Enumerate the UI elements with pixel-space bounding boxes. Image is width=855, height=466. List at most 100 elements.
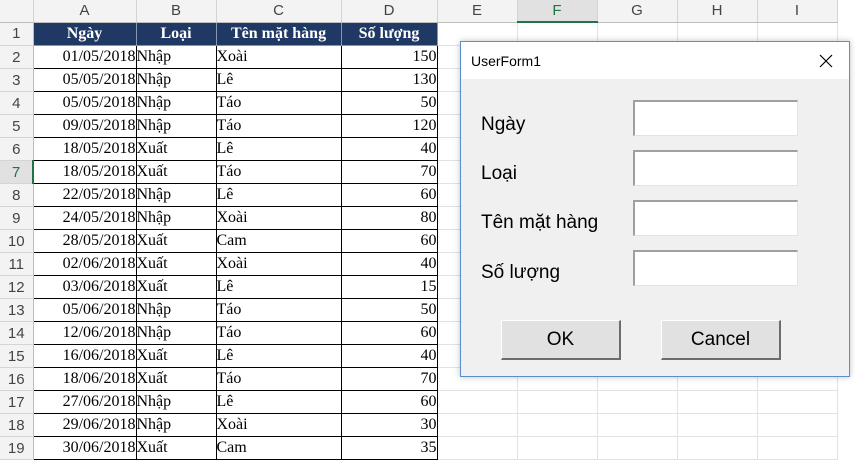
cell-ngay[interactable]: 18/05/2018 bbox=[32, 160, 137, 184]
cell-ngay[interactable]: 24/05/2018 bbox=[32, 206, 137, 230]
column-header-b[interactable]: B bbox=[136, 0, 217, 23]
cell-loai[interactable]: Nhập bbox=[136, 206, 217, 230]
cell-ngay[interactable]: 30/06/2018 bbox=[32, 436, 137, 460]
cell-ten-mat-hang[interactable]: Cam bbox=[216, 436, 342, 460]
cell-loai[interactable]: Nhập bbox=[136, 68, 217, 92]
cell-ngay[interactable]: 18/05/2018 bbox=[32, 137, 137, 161]
empty-cell[interactable] bbox=[757, 413, 838, 437]
cell-so-luong[interactable]: 50 bbox=[341, 298, 438, 322]
cancel-button[interactable]: Cancel bbox=[661, 320, 781, 360]
cell-loai[interactable]: Xuất bbox=[136, 344, 217, 368]
select-all-corner[interactable] bbox=[0, 0, 34, 23]
cell-loai[interactable]: Nhập bbox=[136, 390, 217, 414]
column-header-f[interactable]: F bbox=[517, 0, 598, 23]
cell-so-luong[interactable]: 40 bbox=[341, 252, 438, 276]
cell-loai[interactable]: Xuất bbox=[136, 229, 217, 253]
column-header-h[interactable]: H bbox=[677, 0, 758, 23]
row-number[interactable]: 16 bbox=[0, 367, 34, 391]
cell-ten-mat-hang[interactable]: Lê bbox=[216, 275, 342, 299]
header-ngay[interactable]: Ngày bbox=[32, 21, 137, 46]
cell-loai[interactable]: Nhập bbox=[136, 413, 217, 437]
cell-so-luong[interactable]: 60 bbox=[341, 229, 438, 253]
cell-ten-mat-hang[interactable]: Xoài bbox=[216, 45, 342, 69]
row-number[interactable]: 14 bbox=[0, 321, 34, 345]
cell-ngay[interactable]: 09/05/2018 bbox=[32, 114, 137, 138]
row-number[interactable]: 6 bbox=[0, 137, 34, 161]
cell-ngay[interactable]: 27/06/2018 bbox=[32, 390, 137, 414]
empty-cell[interactable] bbox=[437, 436, 518, 460]
loai-input[interactable] bbox=[633, 150, 798, 186]
row-number[interactable]: 18 bbox=[0, 413, 34, 437]
cell-so-luong[interactable]: 40 bbox=[341, 344, 438, 368]
cell-ten-mat-hang[interactable]: Xoài bbox=[216, 413, 342, 437]
cell-so-luong[interactable]: 15 bbox=[341, 275, 438, 299]
row-number[interactable]: 8 bbox=[0, 183, 34, 207]
cell-loai[interactable]: Nhập bbox=[136, 321, 217, 345]
cell-loai[interactable]: Xuất bbox=[136, 160, 217, 184]
row-number[interactable]: 1 bbox=[0, 22, 34, 46]
cell-ten-mat-hang[interactable]: Táo bbox=[216, 298, 342, 322]
cell-ngay[interactable]: 12/06/2018 bbox=[32, 321, 137, 345]
ngay-input[interactable] bbox=[633, 100, 798, 136]
header-so-luong[interactable]: Số lượng bbox=[340, 21, 438, 46]
cell-loai[interactable]: Xuất bbox=[136, 436, 217, 460]
cell-ten-mat-hang[interactable]: Xoài bbox=[216, 252, 342, 276]
empty-cell[interactable] bbox=[757, 390, 838, 414]
cell-so-luong[interactable]: 30 bbox=[341, 413, 438, 437]
cell-ten-mat-hang[interactable]: Lê bbox=[216, 137, 342, 161]
so-luong-input[interactable] bbox=[633, 250, 798, 286]
cell-ten-mat-hang[interactable]: Táo bbox=[216, 321, 342, 345]
empty-cell[interactable] bbox=[437, 413, 518, 437]
column-header-c[interactable]: C bbox=[216, 0, 342, 23]
cell-ngay[interactable]: 05/05/2018 bbox=[32, 91, 137, 115]
cell-ten-mat-hang[interactable]: Táo bbox=[216, 160, 342, 184]
cell-so-luong[interactable]: 35 bbox=[341, 436, 438, 460]
cell-ten-mat-hang[interactable]: Lê bbox=[216, 390, 342, 414]
column-header-a[interactable]: A bbox=[33, 0, 137, 23]
empty-cell[interactable] bbox=[597, 413, 678, 437]
ok-button[interactable]: OK bbox=[501, 320, 621, 360]
cell-so-luong[interactable]: 60 bbox=[341, 321, 438, 345]
cell-ngay[interactable]: 02/06/2018 bbox=[32, 252, 137, 276]
cell-ngay[interactable]: 03/06/2018 bbox=[32, 275, 137, 299]
cell-ngay[interactable]: 01/05/2018 bbox=[32, 45, 137, 69]
row-number[interactable]: 13 bbox=[0, 298, 34, 322]
cell-so-luong[interactable]: 70 bbox=[341, 367, 438, 391]
cell-loai[interactable]: Nhập bbox=[136, 45, 217, 69]
cell-so-luong[interactable]: 50 bbox=[341, 91, 438, 115]
cell-so-luong[interactable]: 150 bbox=[341, 45, 438, 69]
cell-ngay[interactable]: 18/06/2018 bbox=[32, 367, 137, 391]
column-header-i[interactable]: I bbox=[757, 0, 838, 23]
cell-ngay[interactable]: 05/06/2018 bbox=[32, 298, 137, 322]
empty-cell[interactable] bbox=[677, 436, 758, 460]
column-header-e[interactable]: E bbox=[437, 0, 518, 23]
empty-cell[interactable] bbox=[677, 390, 758, 414]
cell-so-luong[interactable]: 130 bbox=[341, 68, 438, 92]
cell-ten-mat-hang[interactable]: Táo bbox=[216, 114, 342, 138]
cell-ngay[interactable]: 05/05/2018 bbox=[32, 68, 137, 92]
empty-cell[interactable] bbox=[677, 413, 758, 437]
cell-so-luong[interactable]: 70 bbox=[341, 160, 438, 184]
cell-ngay[interactable]: 28/05/2018 bbox=[32, 229, 137, 253]
cell-so-luong[interactable]: 40 bbox=[341, 137, 438, 161]
cell-ten-mat-hang[interactable]: Táo bbox=[216, 367, 342, 391]
cell-so-luong[interactable]: 60 bbox=[341, 390, 438, 414]
column-header-d[interactable]: D bbox=[341, 0, 438, 23]
cell-loai[interactable]: Nhập bbox=[136, 298, 217, 322]
cell-ngay[interactable]: 29/06/2018 bbox=[32, 413, 137, 437]
cell-loai[interactable]: Nhập bbox=[136, 114, 217, 138]
cell-loai[interactable]: Xuất bbox=[136, 252, 217, 276]
row-number[interactable]: 11 bbox=[0, 252, 34, 276]
cell-loai[interactable]: Xuất bbox=[136, 275, 217, 299]
cell-ten-mat-hang[interactable]: Lê bbox=[216, 68, 342, 92]
cell-loai[interactable]: Xuất bbox=[136, 367, 217, 391]
header-ten-mat-hang[interactable]: Tên mặt hàng bbox=[215, 21, 342, 46]
cell-ten-mat-hang[interactable]: Xoài bbox=[216, 206, 342, 230]
row-number[interactable]: 2 bbox=[0, 45, 34, 69]
empty-cell[interactable] bbox=[437, 390, 518, 414]
empty-cell[interactable] bbox=[517, 436, 598, 460]
column-header-g[interactable]: G bbox=[597, 0, 678, 23]
cell-loai[interactable]: Xuất bbox=[136, 137, 217, 161]
cell-ten-mat-hang[interactable]: Táo bbox=[216, 91, 342, 115]
cell-so-luong[interactable]: 60 bbox=[341, 183, 438, 207]
